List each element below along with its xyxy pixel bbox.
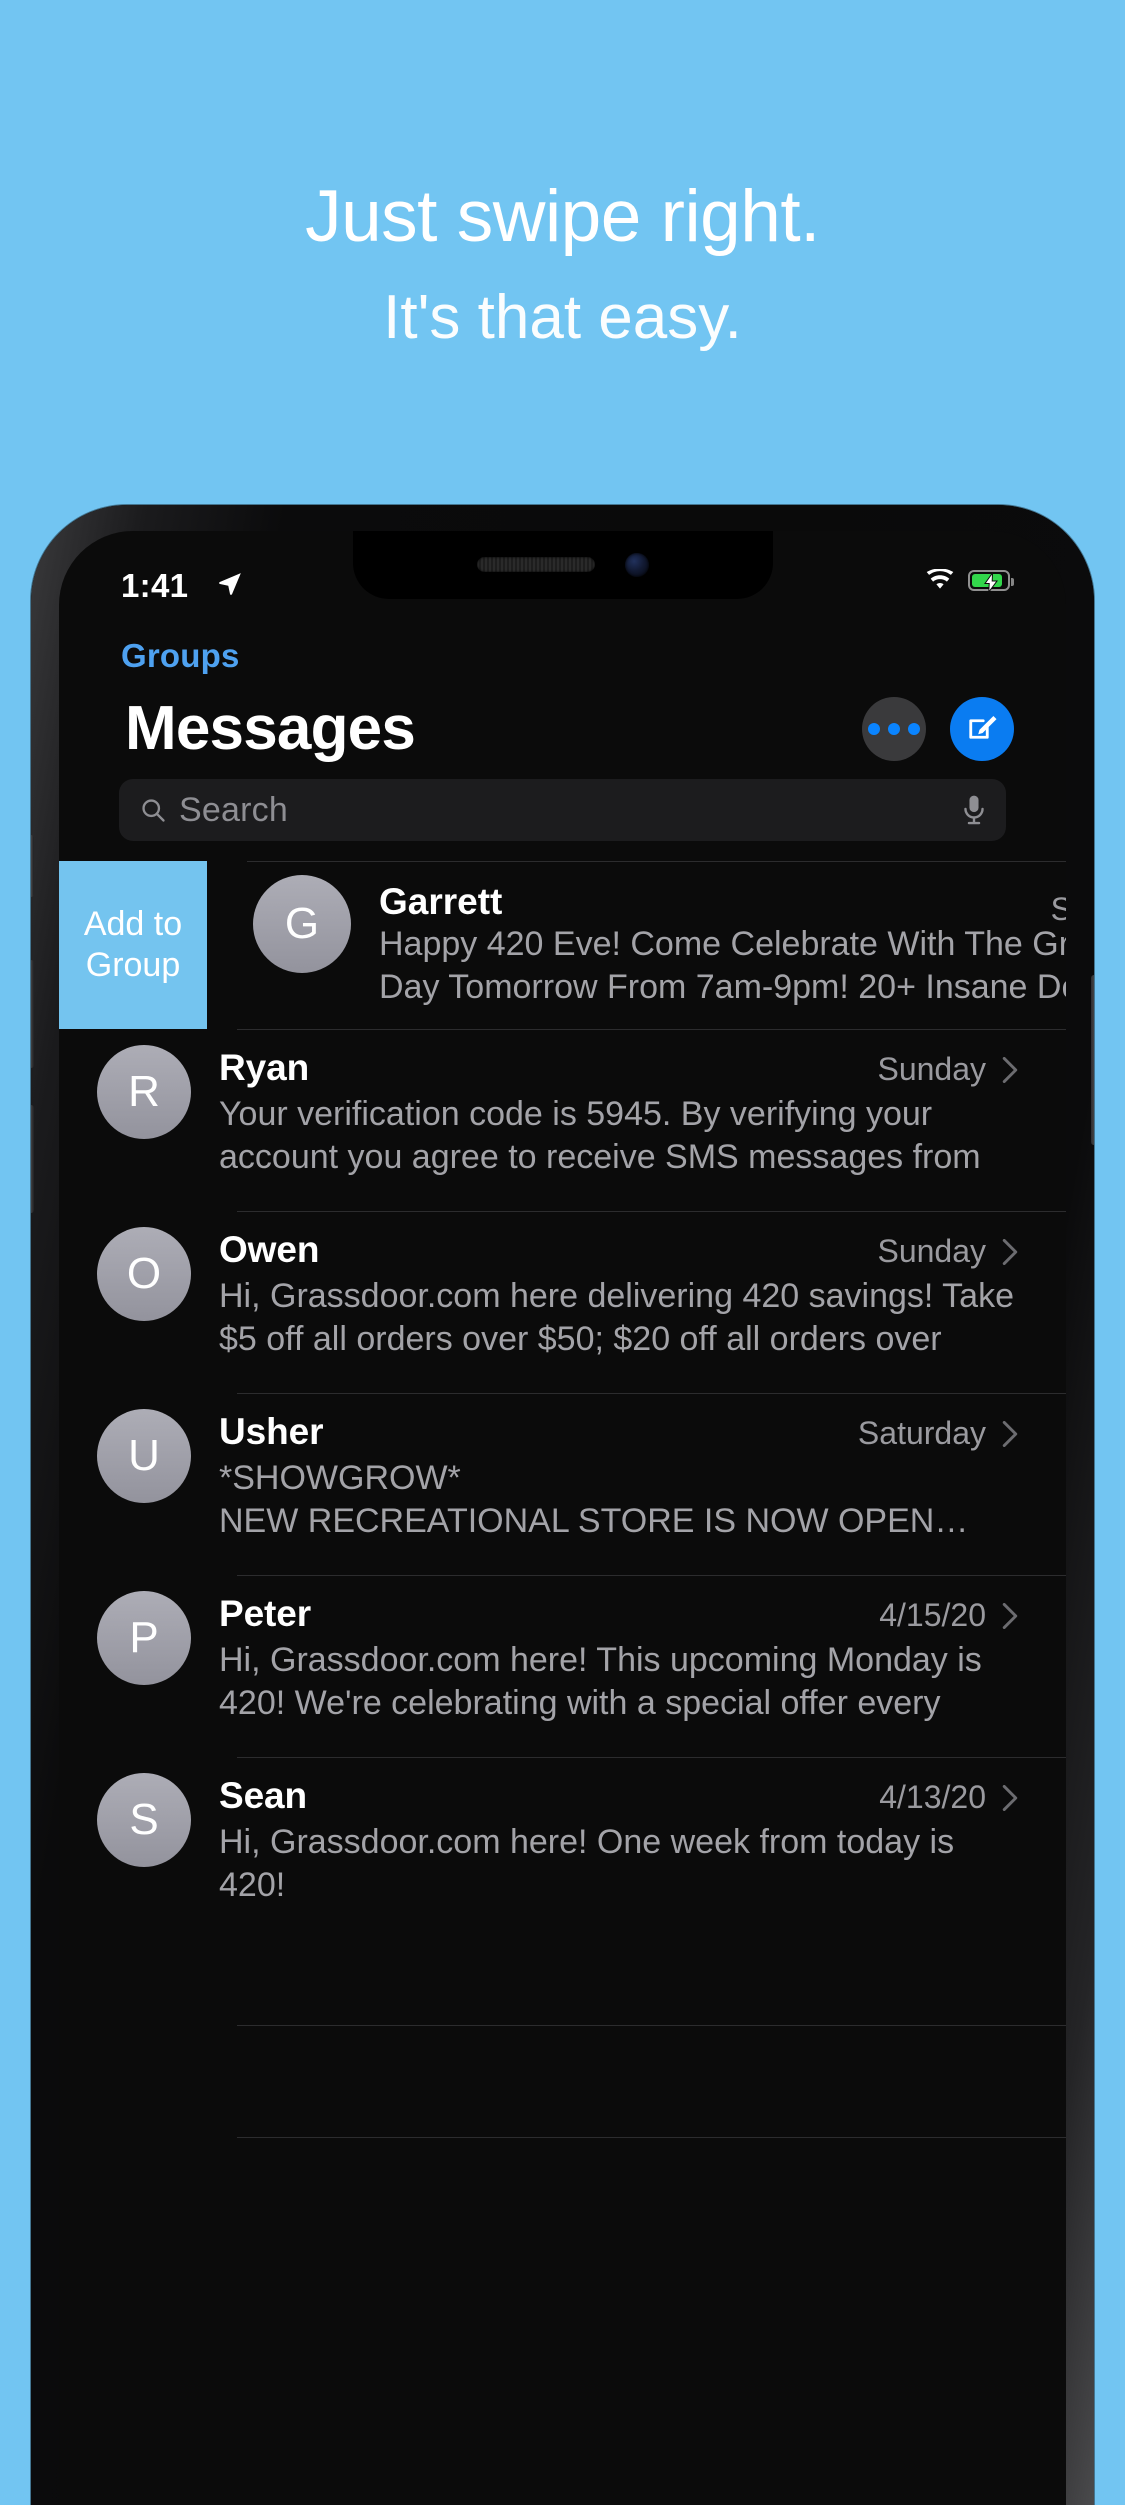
- promo-headline: Just swipe right.: [305, 176, 820, 257]
- message-preview-line-1: Hi, Grassdoor.com here! One week from to…: [219, 1823, 955, 1905]
- swipe-action-label-line1: Add to: [83, 904, 183, 943]
- status-indicators: [925, 569, 1014, 592]
- message-preview-line-2: Day Tomorrow From 7am-9pm! 20+ Insane De: [379, 968, 1066, 1007]
- message-timestamp: 4/15/20: [879, 1597, 986, 1633]
- list-item-meta: 4/15/20: [879, 1597, 1018, 1634]
- contact-name: Owen: [219, 1229, 320, 1270]
- list-item-body: Usher Saturday *SHOWGROW* NEW RECREATION…: [219, 1409, 1018, 1543]
- chevron-right-icon: [1002, 1420, 1018, 1447]
- message-preview-line-2: We're celebrating with a special offer e…: [219, 1907, 1018, 1910]
- more-options-button[interactable]: [862, 697, 926, 761]
- list-item-meta: Sunday: [877, 1233, 1018, 1270]
- earpiece-speaker: [476, 557, 595, 572]
- chevron-right-icon: [1002, 1602, 1018, 1629]
- charging-bolt-icon: [984, 572, 998, 592]
- list-item-header: Peter 4/15/20: [219, 1593, 1018, 1635]
- list-item[interactable]: U Usher Saturday *SHOWGROW* NEW RECREATI…: [59, 1393, 1066, 1575]
- wifi-icon: [926, 569, 954, 589]
- search-placeholder: Search: [179, 790, 288, 829]
- message-timestamp: 4/13/20: [879, 1779, 986, 1815]
- volume-down-button[interactable]: [31, 1105, 34, 1213]
- page-title: Messages: [125, 694, 416, 763]
- front-camera: [624, 553, 649, 577]
- message-preview: Hi, Grassdoor.com here! One week from to…: [219, 1821, 1018, 1909]
- list-item[interactable]: R Ryan Sunday Your verification code is …: [59, 1029, 1066, 1211]
- more-dot-icon: [908, 723, 920, 735]
- message-preview: Hi, Grassdoor.com here! This upcoming Mo…: [219, 1639, 1018, 1727]
- list-item-meta: 4/13/20: [879, 1779, 1018, 1816]
- list-item-header: Ryan Sunday: [219, 1047, 1018, 1089]
- compose-icon: [969, 715, 997, 739]
- message-timestamp: S: [1050, 891, 1066, 927]
- message-preview: Your verification code is 5945. By verif…: [219, 1093, 1018, 1181]
- swiped-row-content[interactable]: G Garrett Happy 420 Eve! Come Celebrate …: [207, 861, 1066, 1029]
- list-item[interactable]: Add to Group G Garrett Happy 420 Eve! Co…: [59, 861, 1066, 1029]
- message-preview: Hi, Grassdoor.com here delivering 420 sa…: [219, 1275, 1018, 1363]
- phone-mockup: 1:41 Groups Messages Search Add to Group…: [31, 505, 1094, 2505]
- mute-switch[interactable]: [31, 835, 34, 897]
- status-time: 1:41: [121, 567, 189, 604]
- message-timestamp: Sunday: [877, 1233, 986, 1269]
- chevron-right-icon: [1002, 1238, 1018, 1265]
- list-item-header: Usher Saturday: [219, 1411, 1018, 1453]
- promo-text-block: Just swipe right. It's that easy.: [0, 180, 1125, 349]
- list-divider: [237, 2137, 1066, 2138]
- message-preview-line-1: Your verification code is 5945. By verif…: [219, 1095, 933, 1133]
- message-preview-line-1: *SHOWGROW*: [219, 1459, 461, 1497]
- avatar: P: [97, 1591, 191, 1685]
- message-timestamp: Sunday: [877, 1051, 986, 1087]
- location-arrow-icon: [219, 573, 241, 595]
- list-item-body: Owen Sunday Hi, Grassdoor.com here deliv…: [219, 1227, 1018, 1363]
- list-item-body: Peter 4/15/20 Hi, Grassdoor.com here! Th…: [219, 1591, 1018, 1727]
- volume-up-button[interactable]: [31, 960, 34, 1068]
- list-item-body: Sean 4/13/20 Hi, Grassdoor.com here! One…: [219, 1773, 1018, 1909]
- list-item[interactable]: O Owen Sunday Hi, Grassdoor.com here del…: [59, 1211, 1066, 1393]
- list-item-meta: Sunday: [877, 1051, 1018, 1088]
- avatar: U: [97, 1409, 191, 1503]
- compose-button[interactable]: [950, 697, 1014, 761]
- avatar: S: [97, 1773, 191, 1867]
- contact-name: Peter: [219, 1593, 312, 1634]
- list-item[interactable]: P Peter 4/15/20 Hi, Grassdoor.com here! …: [59, 1575, 1066, 1757]
- notch: [352, 531, 773, 599]
- message-preview-line-2: $5 off all orders over $50; $20 off all …: [219, 1320, 942, 1363]
- list-item[interactable]: S Sean 4/13/20 Hi, Grassdoor.com here! O…: [59, 1757, 1066, 1939]
- contact-name: Ryan: [219, 1047, 310, 1088]
- chevron-right-icon: [1002, 1056, 1018, 1083]
- message-preview-line-2: 420! We're celebrating with a special of…: [219, 1684, 941, 1727]
- header-actions: [862, 697, 1014, 761]
- microphone-icon[interactable]: [962, 794, 986, 826]
- chevron-right-icon: [1002, 1784, 1018, 1811]
- promo-subheadline: It's that easy.: [383, 283, 742, 352]
- add-to-group-action-button[interactable]: Add to Group: [59, 861, 207, 1029]
- back-button-groups[interactable]: Groups: [121, 637, 240, 675]
- conversation-list[interactable]: Add to Group G Garrett Happy 420 Eve! Co…: [59, 861, 1066, 2505]
- message-preview-line-1: Hi, Grassdoor.com here delivering 420 sa…: [219, 1277, 1014, 1315]
- list-item-header: Owen Sunday: [219, 1229, 1018, 1271]
- message-preview: *SHOWGROW* NEW RECREATIONAL STORE IS NOW…: [219, 1457, 1018, 1543]
- contact-name: Garrett: [379, 881, 503, 922]
- search-input[interactable]: Search: [119, 779, 1006, 841]
- more-dot-icon: [888, 723, 900, 735]
- list-item-meta: Saturday: [858, 1415, 1018, 1452]
- message-preview-line-2: account you agree to receive SMS message…: [219, 1138, 981, 1181]
- battery-icon: [968, 569, 1014, 592]
- avatar: R: [97, 1045, 191, 1139]
- avatar: O: [97, 1227, 191, 1321]
- search-icon: [142, 799, 165, 822]
- power-button[interactable]: [1091, 975, 1094, 1145]
- message-preview-line-1: Happy 420 Eve! Come Celebrate With The G…: [379, 925, 1066, 963]
- list-item-header: Sean 4/13/20: [219, 1775, 1018, 1817]
- contact-name: Sean: [219, 1775, 308, 1816]
- swipe-action-label-line2: Group: [85, 946, 181, 984]
- avatar: G: [253, 875, 351, 973]
- list-item-body: Ryan Sunday Your verification code is 59…: [219, 1045, 1018, 1181]
- message-preview-line-2: NEW RECREATIONAL STORE IS NOW OPEN…: [219, 1502, 969, 1541]
- more-dot-icon: [868, 723, 880, 735]
- list-divider: [237, 2025, 1066, 2026]
- contact-name: Usher: [219, 1411, 324, 1452]
- message-preview-line-1: Hi, Grassdoor.com here! This upcoming Mo…: [219, 1641, 982, 1679]
- phone-screen: 1:41 Groups Messages Search Add to Group…: [59, 531, 1066, 2505]
- message-timestamp: Saturday: [857, 1415, 986, 1451]
